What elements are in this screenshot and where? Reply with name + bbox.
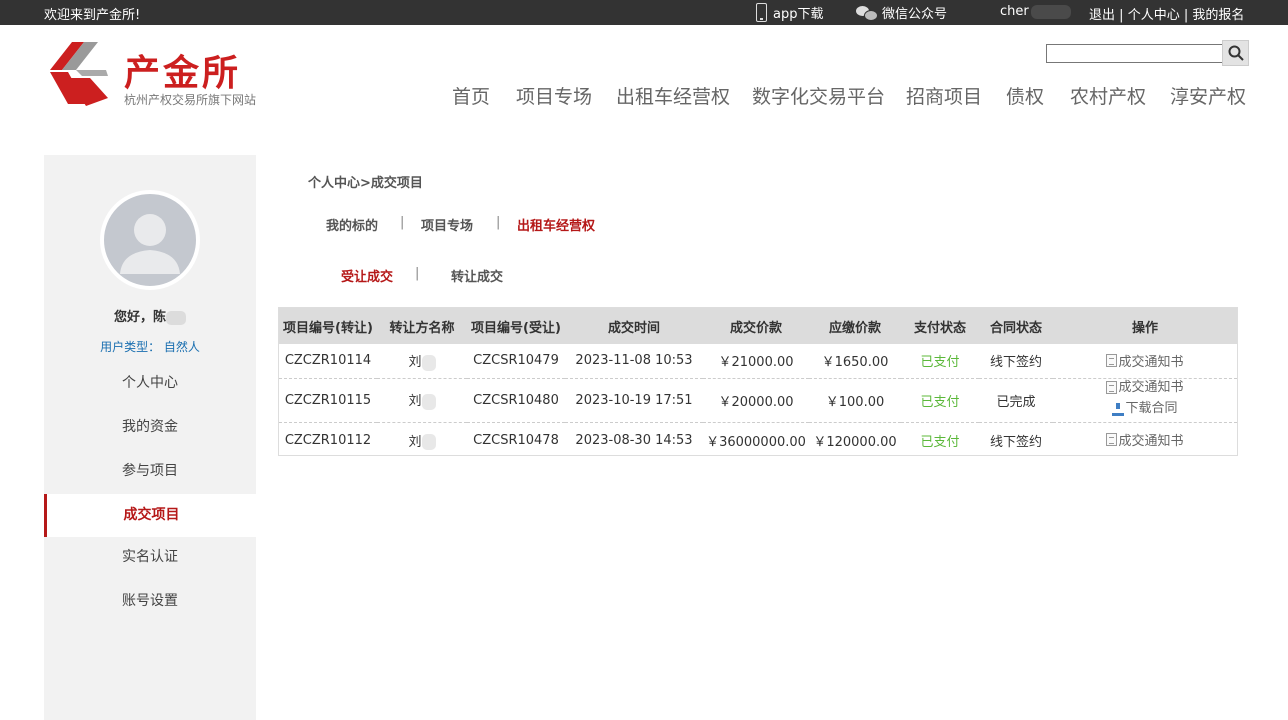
deals-table: 项目编号(转让) 转让方名称 项目编号(受让) 成交时间 成交价款 应缴价款 支… bbox=[278, 307, 1238, 456]
sidebar-item-account-settings[interactable]: 账号设置 bbox=[44, 580, 256, 623]
logout-link[interactable]: 退出 bbox=[1089, 8, 1115, 23]
cell-transfer-no: CZCZR10115 bbox=[279, 378, 377, 423]
col-receive-no: 项目编号(受让) bbox=[467, 308, 565, 344]
cell-pay-status: 已支付 bbox=[901, 344, 979, 379]
col-contract-status: 合同状态 bbox=[979, 308, 1053, 344]
wechat-label: 微信公众号 bbox=[882, 7, 948, 22]
tab-taxi[interactable]: 出租车经营权 bbox=[517, 215, 595, 234]
nav-debt[interactable]: 债权 bbox=[1006, 82, 1044, 109]
sidebar-item-funds[interactable]: 我的资金 bbox=[44, 406, 256, 449]
cell-transfer-no: CZCZR10114 bbox=[279, 344, 377, 379]
search-button[interactable] bbox=[1222, 40, 1249, 66]
welcome-text: 欢迎来到产金所! bbox=[44, 8, 141, 23]
divider: | bbox=[1183, 8, 1189, 23]
cell-contract-status: 线下签约 bbox=[989, 434, 1042, 450]
tab-received-deals[interactable]: 受让成交 bbox=[341, 266, 393, 285]
tab-separator: | bbox=[415, 266, 420, 281]
user-type: 用户类型： 自然人 bbox=[100, 340, 200, 354]
nav-projects[interactable]: 项目专场 bbox=[516, 82, 592, 109]
col-price: 成交价款 bbox=[703, 308, 809, 344]
phone-icon bbox=[756, 3, 767, 22]
divider: | bbox=[1119, 8, 1124, 23]
col-transferor: 转让方名称 bbox=[377, 308, 467, 344]
cell-time: 2023-10-19 17:51 bbox=[565, 378, 703, 423]
cell-contract-status: 已完成 bbox=[979, 378, 1053, 423]
cell-contract-status: 线下签约 bbox=[979, 344, 1053, 379]
username: cher bbox=[1000, 4, 1071, 19]
sidebar-item-deals[interactable]: 成交项目 bbox=[44, 494, 256, 537]
top-bar: 欢迎来到产金所! app下载 微信公众号 cher 退出 | 个人中心 | 我的… bbox=[0, 0, 1288, 25]
col-actions: 操作 bbox=[1053, 308, 1237, 344]
tab-separator: | bbox=[400, 215, 405, 230]
document-icon bbox=[1106, 433, 1118, 447]
sidebar-item-joined-projects[interactable]: 参与项目 bbox=[44, 450, 256, 493]
wechat-link[interactable]: 微信公众号 bbox=[856, 3, 947, 22]
nav-investment[interactable]: 招商项目 bbox=[906, 82, 982, 109]
wechat-icon bbox=[856, 5, 878, 21]
nav-digital[interactable]: 数字化交易平台 bbox=[752, 82, 885, 109]
col-time: 成交时间 bbox=[565, 308, 703, 344]
cell-transferor: 刘 bbox=[377, 378, 467, 423]
cell-actions: 成交通知书 bbox=[1053, 422, 1237, 458]
nav-chunan[interactable]: 淳安产权 bbox=[1170, 82, 1246, 109]
cell-receive-no: CZCSR10480 bbox=[467, 378, 565, 423]
avatar bbox=[100, 190, 200, 290]
sidebar-item-verification[interactable]: 实名认证 bbox=[44, 536, 256, 579]
cell-time: 2023-11-08 10:53 bbox=[565, 344, 703, 379]
nav-rural[interactable]: 农村产权 bbox=[1070, 82, 1146, 109]
my-signup-link[interactable]: 我的报名 bbox=[1192, 8, 1244, 23]
nav-home[interactable]: 首页 bbox=[452, 82, 490, 109]
greeting: 您好，陈 bbox=[44, 306, 256, 325]
cell-pay-status: 已支付 bbox=[920, 434, 960, 450]
search-input[interactable] bbox=[1046, 44, 1223, 63]
cell-transferor: 刘 bbox=[377, 422, 467, 458]
col-pay-status: 支付状态 bbox=[901, 308, 979, 344]
deal-notice-link[interactable]: 成交通知书 bbox=[1106, 379, 1184, 397]
cell-payable: ￥1650.00 bbox=[809, 344, 901, 379]
table-row: CZCZR10112 刘 CZCSR10478 2023-08-30 14:53… bbox=[279, 422, 1237, 458]
cell-price: ￥36000000.00 bbox=[706, 434, 806, 450]
col-payable: 应缴价款 bbox=[809, 308, 901, 344]
cell-payable: ￥120000.00 bbox=[813, 434, 897, 450]
cell-transferor: 刘 bbox=[377, 344, 467, 379]
tab-my-targets[interactable]: 我的标的 bbox=[326, 215, 378, 234]
sidebar-item-personal-center[interactable]: 个人中心 bbox=[44, 362, 256, 405]
sidebar: 您好，陈 用户类型： 自然人 个人中心 我的资金 参与项目 成交项目 实名认证 … bbox=[44, 155, 256, 720]
breadcrumb: 个人中心>成交项目 bbox=[308, 176, 423, 191]
main-nav: 首页 项目专场 出租车经营权 数字化交易平台 招商项目 债权 农村产权 淳安产权 bbox=[0, 82, 1288, 108]
col-transfer-no: 项目编号(转让) bbox=[279, 308, 377, 344]
app-download-label: app下载 bbox=[773, 7, 824, 22]
cell-actions: 成交通知书 下载合同 bbox=[1053, 378, 1237, 423]
cell-transfer-no: CZCZR10112 bbox=[284, 432, 372, 448]
cell-payable: ￥100.00 bbox=[809, 378, 901, 423]
cell-time: 2023-08-30 14:53 bbox=[575, 432, 693, 448]
document-icon bbox=[1106, 353, 1118, 367]
cell-pay-status: 已支付 bbox=[901, 378, 979, 423]
cell-receive-no: CZCSR10479 bbox=[467, 344, 565, 379]
cell-price: ￥20000.00 bbox=[703, 378, 809, 423]
account-links: 退出 | 个人中心 | 我的报名 bbox=[1089, 4, 1244, 23]
table-row: CZCZR10114 刘 CZCSR10479 2023-11-08 10:53… bbox=[279, 344, 1237, 379]
tab-project-special[interactable]: 项目专场 bbox=[421, 215, 473, 234]
deal-notice-link[interactable]: 成交通知书 bbox=[1106, 351, 1184, 370]
nav-taxi[interactable]: 出租车经营权 bbox=[616, 82, 730, 109]
deal-notice-link[interactable]: 成交通知书 bbox=[1106, 430, 1184, 449]
tab-transferred-deals[interactable]: 转让成交 bbox=[451, 266, 503, 285]
table-header-row: 项目编号(转让) 转让方名称 项目编号(受让) 成交时间 成交价款 应缴价款 支… bbox=[279, 308, 1237, 344]
cell-receive-no: CZCSR10478 bbox=[473, 432, 559, 448]
download-contract-link[interactable]: 下载合同 bbox=[1112, 400, 1178, 418]
tab-separator: | bbox=[496, 215, 501, 230]
cell-price: ￥21000.00 bbox=[703, 344, 809, 379]
app-download-link[interactable]: app下载 bbox=[756, 3, 823, 22]
search-icon bbox=[1228, 45, 1244, 61]
table-row: CZCZR10115 刘 CZCSR10480 2023-10-19 17:51… bbox=[279, 378, 1237, 423]
document-icon bbox=[1106, 381, 1118, 394]
personal-center-link[interactable]: 个人中心 bbox=[1128, 8, 1180, 23]
cell-actions: 成交通知书 bbox=[1053, 344, 1237, 379]
download-icon bbox=[1112, 402, 1125, 416]
